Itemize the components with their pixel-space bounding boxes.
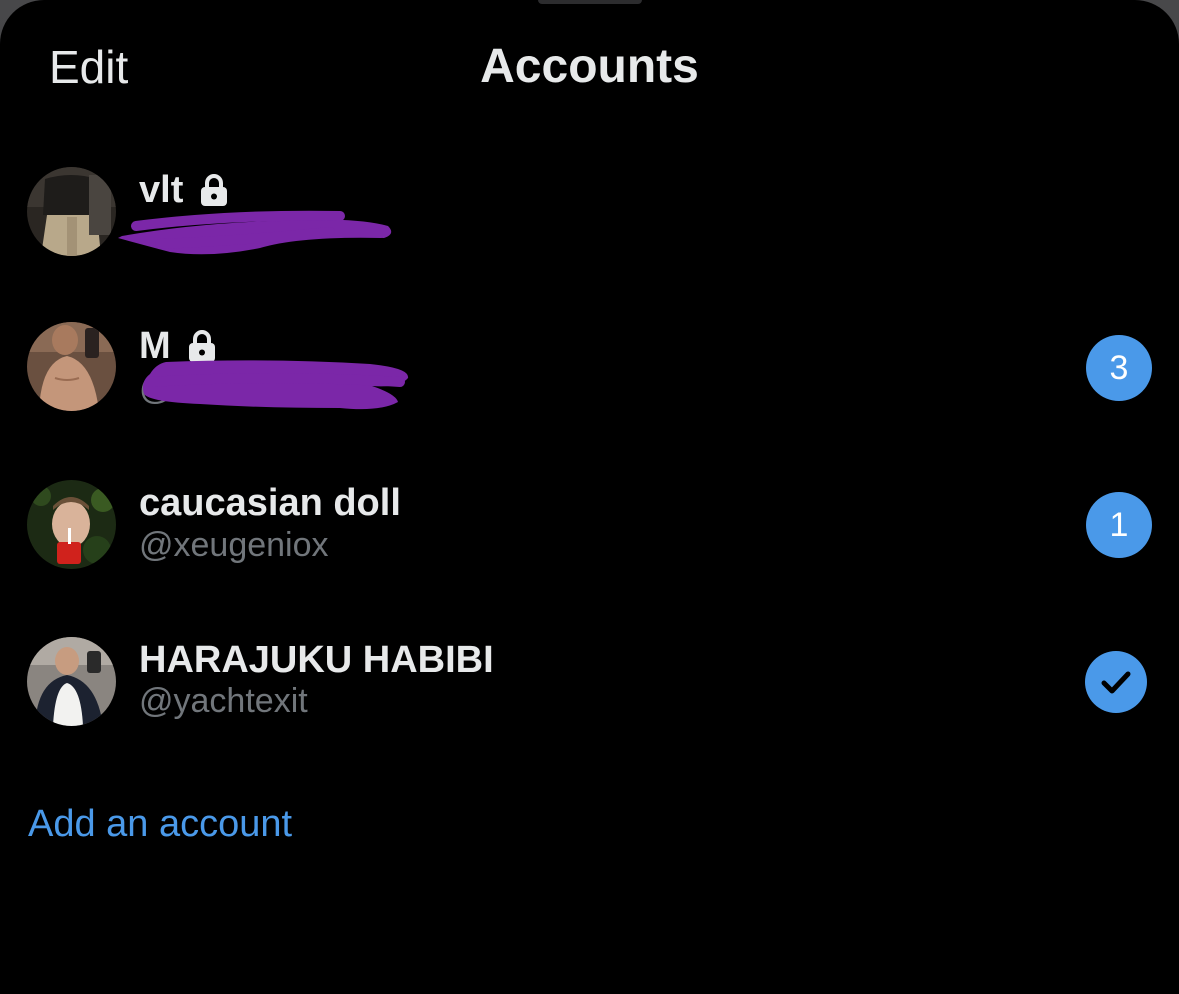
account-handle: @ bbox=[139, 369, 174, 407]
active-account-badge bbox=[1085, 651, 1147, 713]
unread-count-badge: 3 bbox=[1086, 335, 1152, 401]
accounts-sheet: Edit Accounts vlt M @ 3 caucasian doll @… bbox=[0, 0, 1179, 994]
account-name-line: caucasian doll bbox=[139, 481, 401, 525]
display-name: M bbox=[139, 325, 171, 367]
avatar bbox=[27, 480, 116, 569]
account-row-m[interactable]: M @ 3 bbox=[0, 308, 1179, 428]
account-name-line: HARAJUKU HABIBI bbox=[139, 638, 494, 682]
add-account-link[interactable]: Add an account bbox=[28, 800, 292, 848]
page-title: Accounts bbox=[480, 40, 699, 93]
account-row-caucasian-doll[interactable]: caucasian doll @xeugeniox 1 bbox=[0, 463, 1179, 583]
lock-icon bbox=[199, 173, 229, 207]
sheet-grabber[interactable] bbox=[538, 0, 642, 4]
lock-icon bbox=[187, 329, 217, 363]
account-row-harajuku-habibi[interactable]: HARAJUKU HABIBI @yachtexit bbox=[0, 620, 1179, 740]
avatar bbox=[27, 167, 116, 256]
checkmark-icon bbox=[1101, 671, 1131, 694]
account-name-line: vlt bbox=[139, 168, 229, 212]
account-handle: @yachtexit bbox=[139, 682, 308, 720]
display-name: vlt bbox=[139, 169, 184, 211]
display-name: HARAJUKU HABIBI bbox=[139, 639, 494, 681]
avatar bbox=[27, 322, 116, 411]
display-name: caucasian doll bbox=[139, 482, 401, 524]
avatar bbox=[27, 637, 116, 726]
account-row-vlt[interactable]: vlt bbox=[0, 152, 1179, 272]
unread-count-badge: 1 bbox=[1086, 492, 1152, 558]
account-handle: @xeugeniox bbox=[139, 526, 329, 564]
account-name-line: M bbox=[139, 324, 217, 368]
app-window: Edit Accounts vlt M @ 3 caucasian doll @… bbox=[0, 0, 1179, 994]
